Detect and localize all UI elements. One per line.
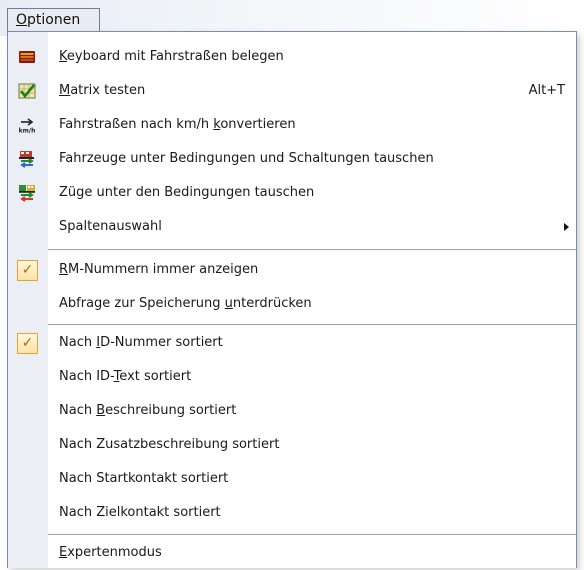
matrix-test-icon — [18, 83, 36, 99]
menu-item-expertenmodus[interactable]: Expertenmodus — [8, 536, 576, 570]
submenu-arrow-icon — [564, 223, 569, 231]
menu-item-fahrzeuge-tauschen[interactable]: Fahrzeuge unter Bedingungen und Schaltun… — [8, 142, 576, 176]
menu-item-keyboard-fahrstrassen[interactable]: Keyboard mit Fahrstraßen belegen — [8, 40, 576, 74]
menu-separator — [48, 249, 576, 250]
menu-item-spaltenauswahl[interactable]: Spaltenauswahl — [8, 210, 576, 244]
swap-trains-icon — [19, 185, 35, 202]
menu-item-kmh-konvertieren[interactable]: km/h Fahrstraßen nach km/h konvertieren — [8, 108, 576, 142]
menu-item-rm-nummern-anzeigen[interactable]: ✓ RM-Nummern immer anzeigen — [8, 253, 576, 287]
menu-optionen-label: ptionen — [27, 12, 81, 28]
shortcut-alt-t: Alt+T — [528, 83, 565, 98]
menu-separator — [48, 534, 576, 535]
menu-item-sort-zielkontakt[interactable]: Nach Zielkontakt sortiert — [8, 496, 576, 530]
menu-optionen[interactable]: Optionen — [7, 8, 100, 32]
menu-item-sort-id-nummer[interactable]: ✓ Nach ID-Nummer sortiert — [8, 326, 576, 360]
swap-vehicles-icon — [19, 151, 34, 168]
menu-item-zuege-tauschen[interactable]: Züge unter den Bedingungen tauschen — [8, 176, 576, 210]
optionen-dropdown: Keyboard mit Fahrstraßen belegen Matrix … — [7, 31, 577, 568]
menu-optionen-mnemonic: O — [16, 12, 28, 28]
keyboard-icon — [19, 51, 35, 63]
svg-text:km/h: km/h — [19, 128, 36, 135]
menu-separator — [48, 324, 576, 325]
checkmark-icon: ✓ — [17, 260, 38, 281]
menu-item-sort-startkontakt[interactable]: Nach Startkontakt sortiert — [8, 462, 576, 496]
kmh-icon: km/h — [19, 118, 36, 135]
checkmark-icon: ✓ — [17, 333, 38, 354]
menu-item-matrix-testen[interactable]: Matrix testen Alt+T — [8, 74, 576, 108]
menu-item-sort-beschreibung[interactable]: Nach Beschreibung sortiert — [8, 394, 576, 428]
menu-item-abfrage-unterdruecken[interactable]: Abfrage zur Speicherung unterdrücken — [8, 287, 576, 321]
menu-item-sort-id-text[interactable]: Nach ID-Text sortiert — [8, 360, 576, 394]
menu-item-sort-zusatzbeschreibung[interactable]: Nach Zusatzbeschreibung sortiert — [8, 428, 576, 462]
